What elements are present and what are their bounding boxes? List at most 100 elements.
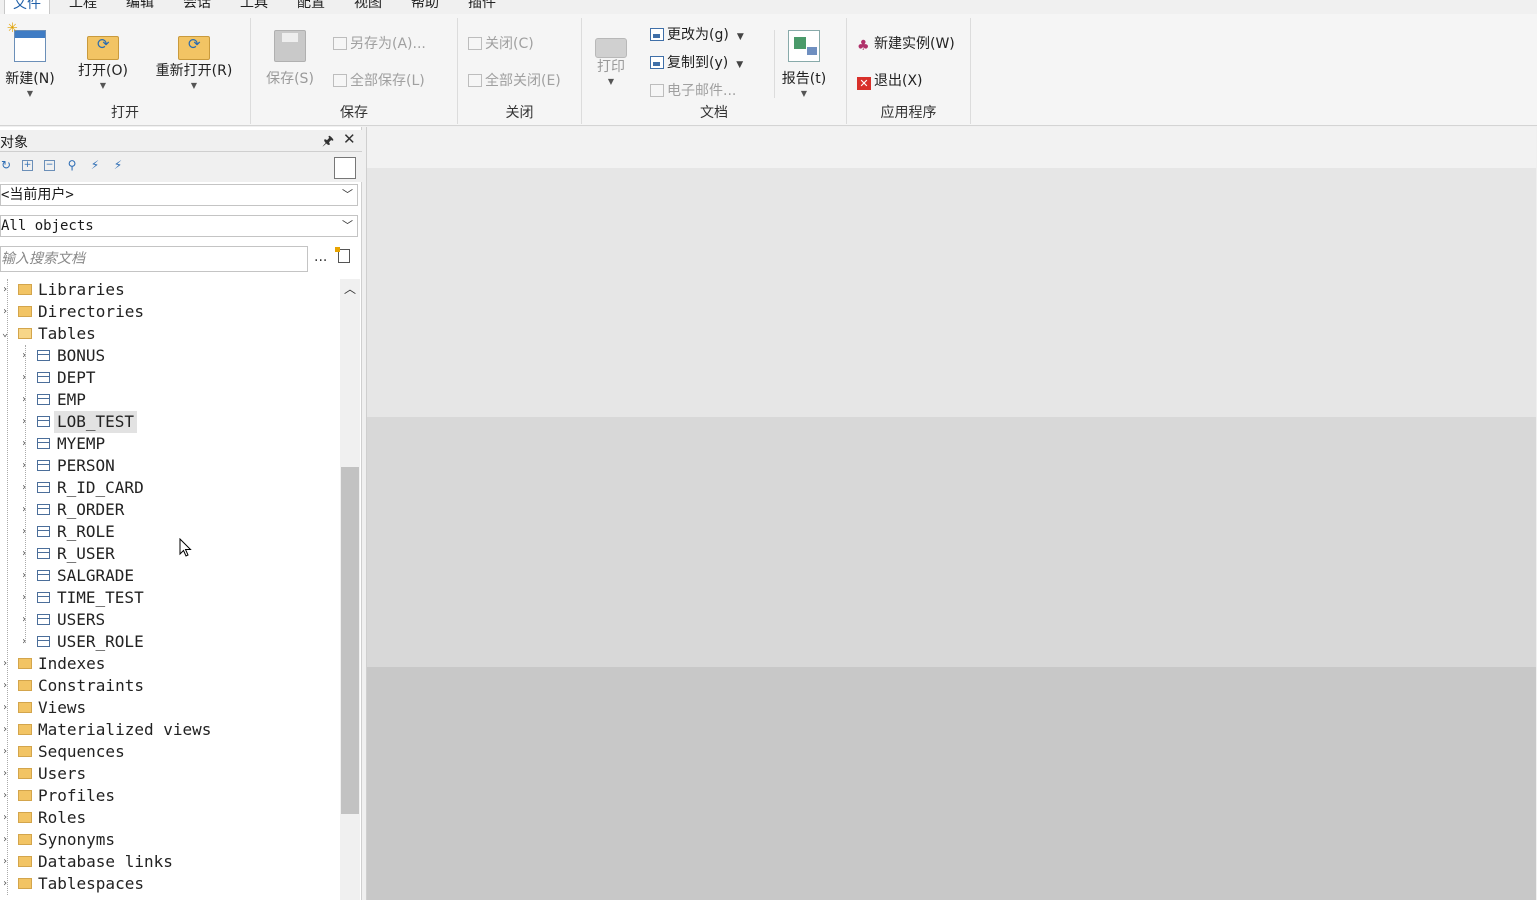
menu-tab-project[interactable]: 工程 — [61, 0, 105, 14]
filter-icon[interactable]: ⚡ — [89, 159, 101, 171]
save-all-icon — [333, 74, 347, 87]
table-node-label: DEPT — [57, 368, 96, 387]
save-as-button[interactable]: 另存为(A)... — [333, 33, 426, 55]
filter-edit-icon[interactable]: ⚡ — [112, 159, 124, 171]
exit-icon: ✕ — [857, 77, 871, 90]
table-icon — [37, 526, 50, 537]
folder-icon — [18, 746, 32, 757]
save-as-icon — [333, 37, 347, 50]
exit-button[interactable]: ✕ 退出(X) — [857, 70, 923, 92]
tree-node[interactable]: › Materialized views — [0, 719, 340, 741]
tree-node[interactable]: › Sequences — [0, 741, 340, 763]
color-picker-box[interactable] — [334, 157, 356, 179]
tree-node-label: Indexes — [38, 654, 106, 673]
table-node[interactable]: › PERSON — [0, 455, 340, 477]
scroll-thumb[interactable] — [341, 467, 359, 814]
table-node[interactable]: › SALGRADE — [0, 565, 340, 587]
tree-node[interactable]: › Users — [0, 763, 340, 785]
menu-tab-edit[interactable]: 编辑 — [118, 0, 162, 14]
reopen-button[interactable]: 重新打开(R) ▼ — [148, 30, 240, 90]
tree-node[interactable]: ⌄ Tables — [0, 323, 340, 345]
tree-node-label: Libraries — [38, 280, 125, 299]
ribbon-group-document: 打印 ▼ 更改为(g) ▼ 复制到(y) ▼ 电子邮件... 报告(t) ▼ 文档 — [582, 18, 847, 124]
tree-node-label: Users — [38, 764, 87, 783]
scroll-up-arrow-icon[interactable]: ︿ — [340, 281, 360, 297]
menu-tab-help[interactable]: 帮助 — [403, 0, 447, 14]
change-to-button[interactable]: 更改为(g) ▼ — [650, 24, 744, 46]
ribbon-group-close: 关闭(C) 全部关闭(E) 关闭 — [458, 18, 582, 124]
report-button[interactable]: 报告(t) ▼ — [774, 30, 833, 98]
group-label-open: 打开 — [111, 105, 139, 121]
save-button[interactable]: 保存(S) — [263, 30, 317, 88]
close-all-button[interactable]: 全部关闭(E) — [468, 70, 561, 92]
user-select[interactable]: <当前用户> ﹀ — [0, 184, 358, 206]
collapse-all-icon[interactable]: − — [44, 160, 55, 171]
menu-tab-view[interactable]: 视图 — [346, 0, 390, 14]
close-button[interactable]: 关闭(C) — [468, 33, 534, 55]
object-type-select[interactable]: All objects ﹀ — [0, 215, 358, 237]
workspace-area — [367, 168, 1536, 417]
menu-tab-session[interactable]: 会话 — [175, 0, 219, 14]
binoculars-icon[interactable]: ⚲ — [66, 159, 78, 171]
table-node[interactable]: › R_ORDER — [0, 499, 340, 521]
expand-all-icon[interactable]: + — [22, 160, 33, 171]
more-options-icon[interactable]: ... — [314, 249, 327, 265]
table-node[interactable]: › USER_ROLE — [0, 631, 340, 653]
tree-node[interactable]: › Constraints — [0, 675, 340, 697]
tree-node[interactable]: › Indexes — [0, 653, 340, 675]
new-instance-icon: ♣ — [857, 38, 870, 54]
tree-node[interactable]: › Directories — [0, 301, 340, 323]
ribbon-group-application: ♣ 新建实例(W) ✕ 退出(X) 应用程序 — [847, 18, 971, 124]
tree-node[interactable]: › Profiles — [0, 785, 340, 807]
table-icon — [37, 570, 50, 581]
search-input[interactable]: 输入搜索文档 — [0, 246, 308, 272]
chevron-down-icon: ﹀ — [342, 188, 353, 201]
folder-icon — [18, 790, 32, 801]
new-search-doc-icon[interactable] — [335, 247, 350, 263]
tree-node[interactable]: › Database links — [0, 851, 340, 873]
menu-tab-config[interactable]: 配置 — [289, 0, 333, 14]
menu-tab-tools[interactable]: 工具 — [232, 0, 276, 14]
pin-icon[interactable]: 🖈 — [322, 132, 334, 154]
menu-tab-plugins[interactable]: 插件 — [460, 0, 504, 14]
table-node[interactable]: › BONUS — [0, 345, 340, 367]
object-browser-panel: 对象 🖈 ✕ ↻ + − ⚲ ⚡ ⚡ <当前用户> ﹀ All objects … — [0, 127, 362, 900]
print-button[interactable]: 打印 ▼ — [592, 30, 630, 86]
open-button[interactable]: 打开(O) ▼ — [74, 30, 132, 90]
close-all-icon — [468, 74, 482, 87]
save-all-button[interactable]: 全部保存(L) — [333, 70, 425, 92]
copy-to-button[interactable]: 复制到(y) ▼ — [650, 52, 743, 74]
new-button[interactable]: 新建(N) ▼ — [2, 21, 58, 98]
table-icon — [37, 350, 50, 361]
close-icon[interactable]: ✕ — [343, 130, 356, 148]
folder-icon — [18, 878, 32, 889]
table-node[interactable]: › DEPT — [0, 367, 340, 389]
tree-node[interactable]: › Roles — [0, 807, 340, 829]
table-node[interactable]: › EMP — [0, 389, 340, 411]
new-instance-button[interactable]: ♣ 新建实例(W) — [857, 33, 955, 55]
table-node-label: USER_ROLE — [57, 632, 144, 651]
table-node[interactable]: › LOB_TEST — [0, 411, 340, 433]
table-node[interactable]: › USERS — [0, 609, 340, 631]
table-node[interactable]: › MYEMP — [0, 433, 340, 455]
tree-node[interactable]: › Tablespaces — [0, 873, 340, 895]
table-icon — [37, 460, 50, 471]
table-icon — [37, 482, 50, 493]
tree-node-label: Constraints — [38, 676, 144, 695]
menu-tab-file[interactable]: 文件 — [4, 0, 50, 14]
table-node[interactable]: › R_ROLE — [0, 521, 340, 543]
email-button[interactable]: 电子邮件... — [650, 80, 736, 102]
copy-to-icon — [650, 56, 664, 69]
table-node[interactable]: › R_ID_CARD — [0, 477, 340, 499]
tree-node[interactable]: › Synonyms — [0, 829, 340, 851]
dropdown-arrow-icon: ▼ — [190, 81, 198, 90]
refresh-icon[interactable]: ↻ — [0, 159, 12, 171]
workspace-area — [367, 667, 1536, 900]
tree-scrollbar[interactable]: ︿ — [340, 279, 360, 900]
table-node[interactable]: › R_USER — [0, 543, 340, 565]
table-node[interactable]: › TIME_TEST — [0, 587, 340, 609]
tree-node[interactable]: › Views — [0, 697, 340, 719]
tree-node[interactable]: › Libraries — [0, 279, 340, 301]
tree-node-label: Synonyms — [38, 830, 116, 849]
workspace-tab-strip — [367, 127, 1536, 169]
